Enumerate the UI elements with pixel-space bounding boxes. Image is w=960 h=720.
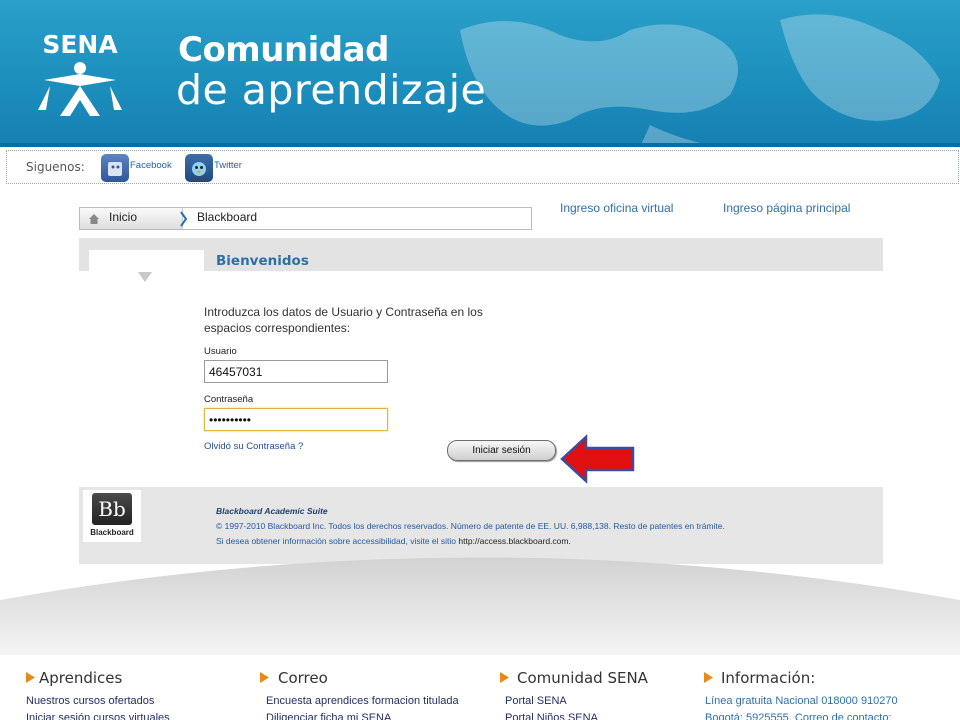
- site-title-line2: de aprendizaje: [176, 66, 487, 114]
- bullet-icon: [704, 672, 713, 683]
- footer-heading-aprendices: Aprendices: [39, 669, 123, 687]
- pointer-arrow-icon: [560, 434, 635, 484]
- home-icon: [89, 214, 99, 224]
- follow-label: Siguenos:: [26, 160, 85, 174]
- welcome-header-bar: [79, 238, 883, 271]
- footer-link[interactable]: Portal Niños SENA: [505, 712, 598, 720]
- forgot-password-link[interactable]: Olvidó su Contraseña ?: [204, 441, 303, 452]
- sena-logo-text: SENA: [42, 30, 118, 59]
- blackboard-logo-mark: Bb: [92, 493, 132, 525]
- virtual-office-link[interactable]: Ingreso oficina virtual: [560, 201, 673, 215]
- welcome-tab: [89, 250, 204, 271]
- twitter-icon[interactable]: [185, 154, 213, 182]
- blackboard-logo: Bb Blackboard: [83, 490, 141, 542]
- breadcrumb: Inicio Blackboard: [79, 207, 532, 230]
- bullet-icon: [260, 672, 269, 683]
- breadcrumb-home[interactable]: Inicio: [80, 208, 183, 229]
- bullet-icon: [500, 672, 509, 683]
- breadcrumb-home-label[interactable]: Inicio: [109, 210, 137, 224]
- site-title-line1: Comunidad: [178, 30, 389, 70]
- password-input[interactable]: [204, 408, 388, 431]
- footer-link[interactable]: Nuestros cursos ofertados: [26, 695, 154, 707]
- welcome-title: Bienvenidos: [216, 253, 309, 269]
- footer-link[interactable]: Diligenciar ficha mi SENA: [266, 712, 391, 720]
- footer-link[interactable]: Iniciar sesión cursos virtuales: [26, 712, 170, 720]
- footer-info-line: Bogotá: 5925555. Correo de contacto:: [705, 712, 892, 720]
- footer-heading-correo: Correo: [278, 669, 328, 687]
- bullet-icon: [26, 672, 35, 683]
- twitter-link[interactable]: Twitter: [214, 160, 242, 171]
- decorative-swoosh: [0, 557, 960, 655]
- facebook-icon[interactable]: [101, 154, 129, 182]
- banner-divider: [0, 143, 960, 147]
- header-banner: SENA Comunidad de aprendizaje: [0, 0, 960, 147]
- breadcrumb-separator-icon: [180, 211, 188, 227]
- login-instructions: Introduzca los datos de Usuario y Contra…: [204, 305, 483, 335]
- social-bar: Siguenos: Facebook Twitter: [6, 150, 959, 184]
- password-label: Contraseña: [204, 394, 254, 405]
- login-button[interactable]: Iniciar sesión: [447, 440, 556, 461]
- footer-heading-informacion: Información:: [721, 669, 816, 687]
- blackboard-logo-word: Blackboard: [90, 528, 134, 537]
- copyright-text: © 1997-2010 Blackboard Inc. Todos los de…: [216, 521, 725, 531]
- breadcrumb-current: Blackboard: [197, 210, 258, 224]
- main-page-link[interactable]: Ingreso página principal: [723, 201, 850, 215]
- footer-link[interactable]: Encuesta aprendices formacion titulada: [266, 695, 459, 707]
- facebook-link[interactable]: Facebook: [130, 160, 172, 171]
- collapse-arrow-icon: [138, 272, 152, 282]
- footer-info-line: Línea gratuita Nacional 018000 910270: [705, 695, 898, 707]
- product-name: Blackboard Academic Suite: [216, 506, 328, 516]
- username-input[interactable]: [204, 360, 388, 383]
- username-label: Usuario: [204, 346, 237, 357]
- footer-link[interactable]: Portal SENA: [505, 695, 567, 707]
- footer-heading-comunidad: Comunidad SENA: [517, 669, 648, 687]
